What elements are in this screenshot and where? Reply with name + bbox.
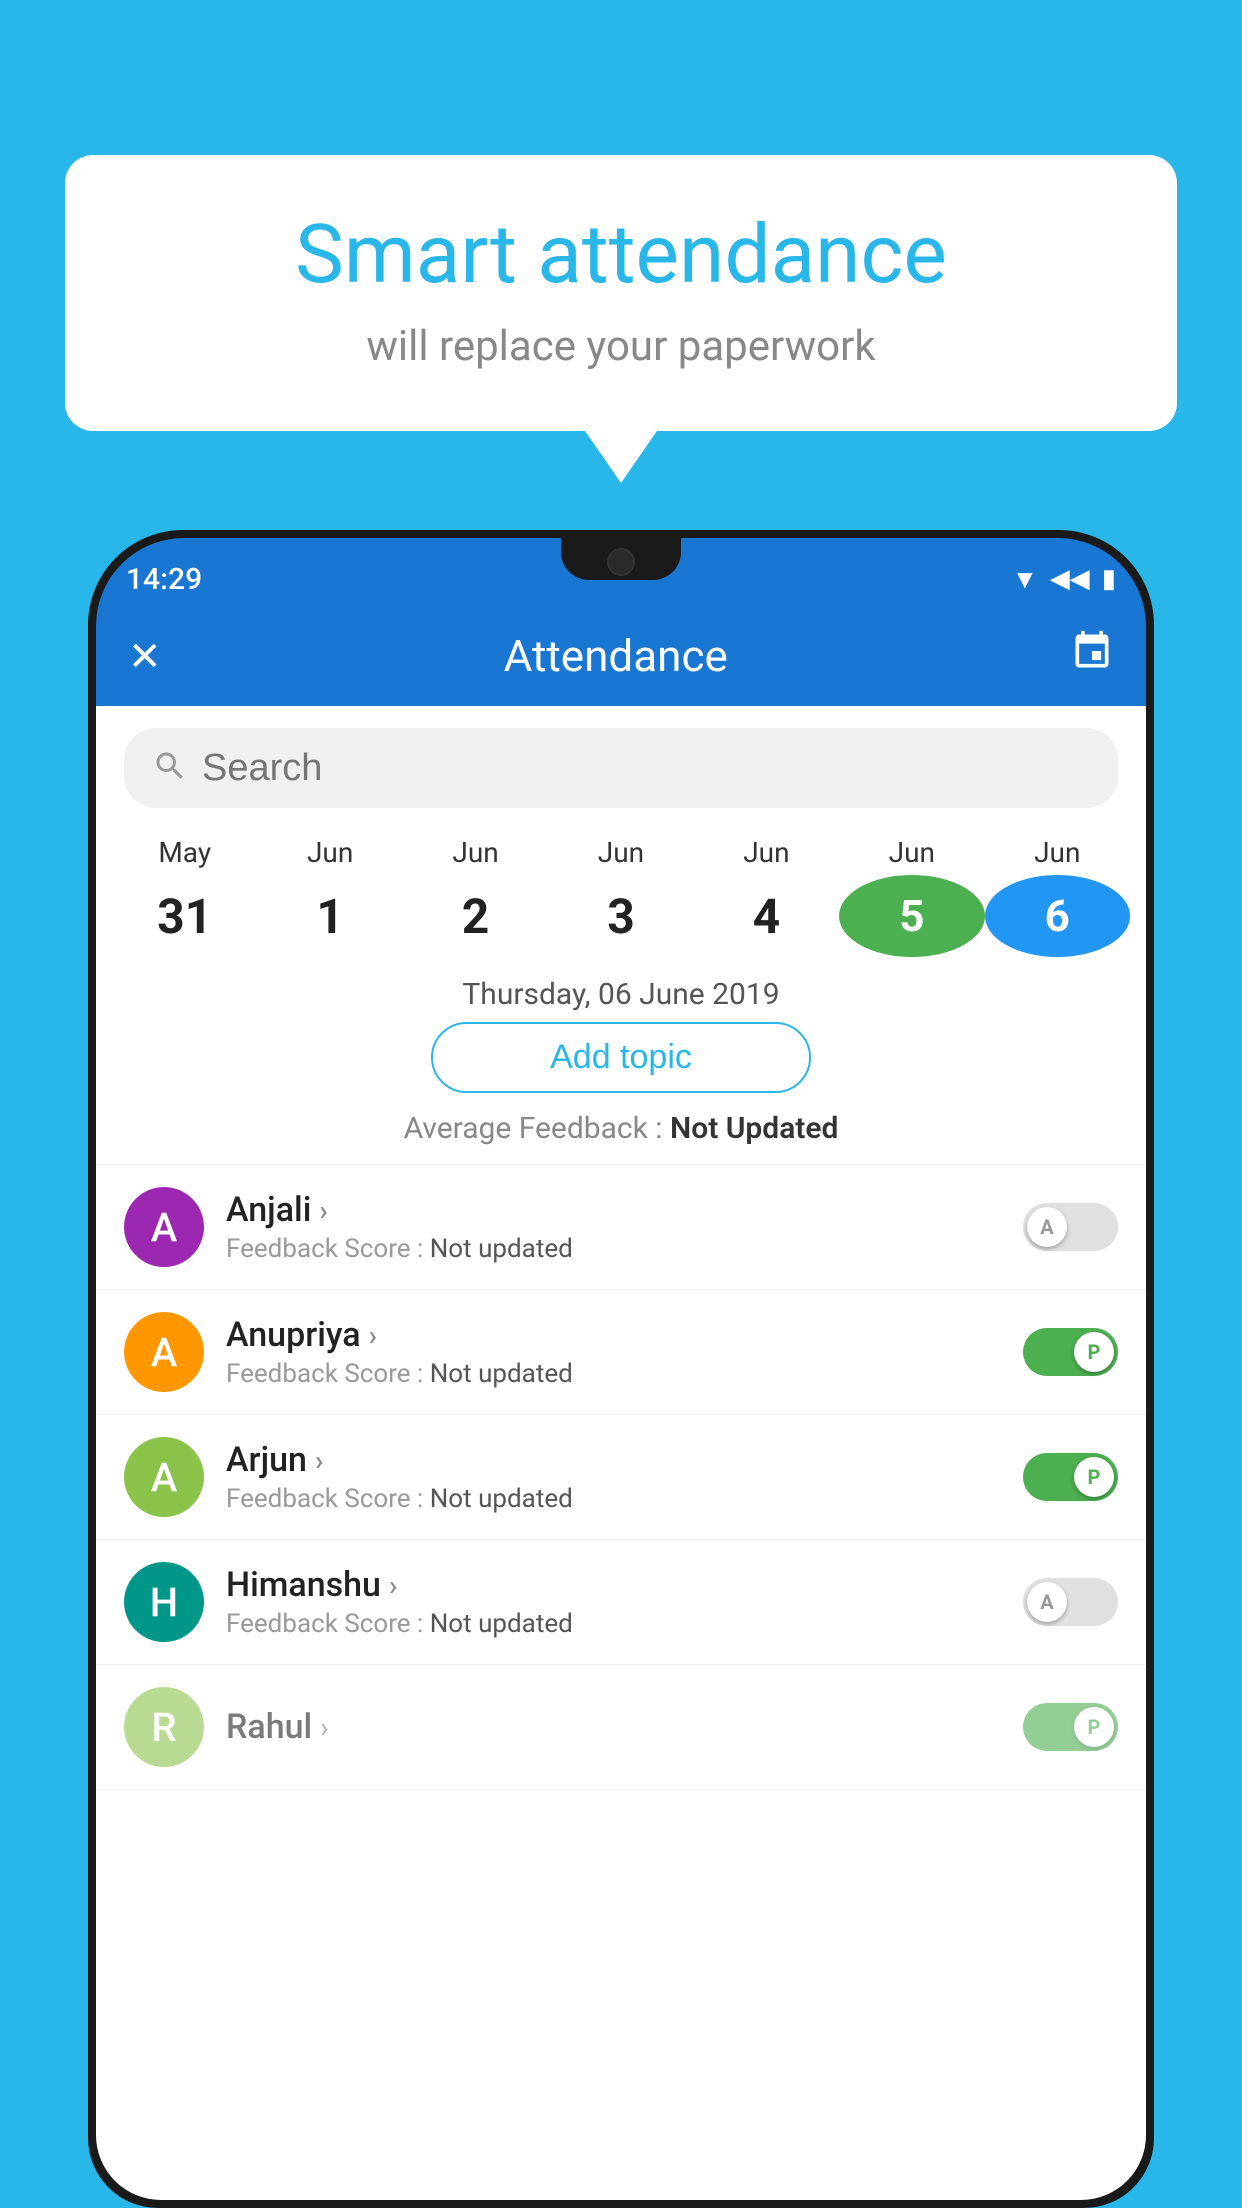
- signal-icon: ◀◀: [1050, 564, 1090, 594]
- toggle-knob-anjali: A: [1027, 1207, 1067, 1247]
- phone-notch: [561, 538, 681, 580]
- student-feedback-anupriya: Feedback Score : Not updated: [226, 1359, 1001, 1389]
- phone-inner: 14:29 ▼ ◀◀ ▮ ✕ Attendance: [96, 538, 1146, 2200]
- student-info-anjali: Anjali › Feedback Score : Not updated: [226, 1190, 1001, 1264]
- student-feedback-himanshu: Feedback Score : Not updated: [226, 1609, 1001, 1639]
- camera: [607, 548, 635, 576]
- student-row-partial: R Rahul › P: [96, 1665, 1146, 1790]
- avatar-himanshu: H: [124, 1562, 204, 1642]
- calendar-date-0[interactable]: 31: [112, 880, 257, 953]
- calendar-months: May Jun Jun Jun Jun Jun Jun: [112, 836, 1130, 869]
- speech-bubble-title: Smart attendance: [125, 210, 1117, 300]
- speech-bubble: Smart attendance will replace your paper…: [65, 155, 1177, 431]
- average-feedback: Average Feedback : Not Updated: [96, 1111, 1146, 1146]
- calendar-date-4[interactable]: 4: [694, 880, 839, 953]
- status-time: 14:29: [126, 548, 202, 597]
- chevron-icon: ›: [319, 1194, 327, 1227]
- calendar-month-1: Jun: [257, 836, 402, 869]
- student-feedback-arjun: Feedback Score : Not updated: [226, 1484, 1001, 1514]
- toggle-knob-anupriya: P: [1074, 1332, 1114, 1372]
- student-row-arjun: A Arjun › Feedback Score : Not updated P: [96, 1415, 1146, 1540]
- chevron-icon: ›: [389, 1569, 397, 1602]
- feedback-label: Average Feedback :: [404, 1111, 670, 1146]
- student-name-himanshu[interactable]: Himanshu ›: [226, 1565, 1001, 1605]
- student-row-anjali: A Anjali › Feedback Score : Not updated …: [96, 1165, 1146, 1290]
- status-icons: ▼ ◀◀ ▮: [1012, 550, 1116, 595]
- calendar-strip: May Jun Jun Jun Jun Jun Jun 31 1 2 3 4 5: [96, 826, 1146, 965]
- avatar-partial: R: [124, 1687, 204, 1767]
- phone-frame: 14:29 ▼ ◀◀ ▮ ✕ Attendance: [88, 530, 1154, 2208]
- calendar-month-5: Jun: [839, 836, 984, 869]
- app-header: ✕ Attendance: [96, 606, 1146, 706]
- search-icon: [152, 748, 188, 788]
- speech-bubble-subtitle: will replace your paperwork: [125, 322, 1117, 371]
- student-info-anupriya: Anupriya › Feedback Score : Not updated: [226, 1315, 1001, 1389]
- calendar-icon[interactable]: [1070, 629, 1114, 683]
- toggle-knob-partial: P: [1074, 1707, 1114, 1747]
- student-name-partial[interactable]: Rahul ›: [226, 1707, 1001, 1747]
- screen-content: May Jun Jun Jun Jun Jun Jun 31 1 2 3 4 5: [96, 706, 1146, 2200]
- avatar-anjali: A: [124, 1187, 204, 1267]
- student-name-anjali[interactable]: Anjali ›: [226, 1190, 1001, 1230]
- calendar-month-6: Jun: [985, 836, 1130, 869]
- avatar-anupriya: A: [124, 1312, 204, 1392]
- speech-bubble-container: Smart attendance will replace your paper…: [65, 155, 1177, 431]
- avatar-arjun: A: [124, 1437, 204, 1517]
- toggle-himanshu[interactable]: A: [1023, 1578, 1118, 1626]
- student-row-himanshu: H Himanshu › Feedback Score : Not update…: [96, 1540, 1146, 1665]
- chevron-icon: ›: [315, 1444, 323, 1477]
- toggle-knob-himanshu: A: [1027, 1582, 1067, 1622]
- wifi-icon: ▼: [1012, 564, 1038, 595]
- feedback-value: Not Updated: [670, 1111, 838, 1146]
- student-info-himanshu: Himanshu › Feedback Score : Not updated: [226, 1565, 1001, 1639]
- calendar-date-6[interactable]: 6: [985, 875, 1130, 957]
- student-info-arjun: Arjun › Feedback Score : Not updated: [226, 1440, 1001, 1514]
- chevron-icon: ›: [369, 1319, 377, 1352]
- student-name-arjun[interactable]: Arjun ›: [226, 1440, 1001, 1480]
- add-topic-button[interactable]: Add topic: [431, 1022, 811, 1093]
- app-title: Attendance: [504, 630, 728, 682]
- close-button[interactable]: ✕: [128, 633, 162, 680]
- toggle-arjun[interactable]: P: [1023, 1453, 1118, 1501]
- student-name-anupriya[interactable]: Anupriya ›: [226, 1315, 1001, 1355]
- calendar-month-3: Jun: [548, 836, 693, 869]
- calendar-dates: 31 1 2 3 4 5 6: [112, 875, 1130, 957]
- calendar-date-5[interactable]: 5: [839, 875, 984, 957]
- calendar-date-3[interactable]: 3: [548, 880, 693, 953]
- calendar-month-2: Jun: [403, 836, 548, 869]
- selected-date-label: Thursday, 06 June 2019: [96, 977, 1146, 1012]
- calendar-month-0: May: [112, 836, 257, 869]
- toggle-partial[interactable]: P: [1023, 1703, 1118, 1751]
- student-row-anupriya: A Anupriya › Feedback Score : Not update…: [96, 1290, 1146, 1415]
- calendar-date-1[interactable]: 1: [257, 880, 402, 953]
- student-info-partial: Rahul ›: [226, 1707, 1001, 1747]
- toggle-knob-arjun: P: [1074, 1457, 1114, 1497]
- search-bar[interactable]: [124, 728, 1118, 808]
- chevron-icon: ›: [320, 1711, 328, 1744]
- toggle-anjali[interactable]: A: [1023, 1203, 1118, 1251]
- calendar-month-4: Jun: [694, 836, 839, 869]
- toggle-anupriya[interactable]: P: [1023, 1328, 1118, 1376]
- calendar-date-2[interactable]: 2: [403, 880, 548, 953]
- student-feedback-anjali: Feedback Score : Not updated: [226, 1234, 1001, 1264]
- battery-icon: ▮: [1102, 564, 1116, 594]
- search-input[interactable]: [202, 747, 1090, 790]
